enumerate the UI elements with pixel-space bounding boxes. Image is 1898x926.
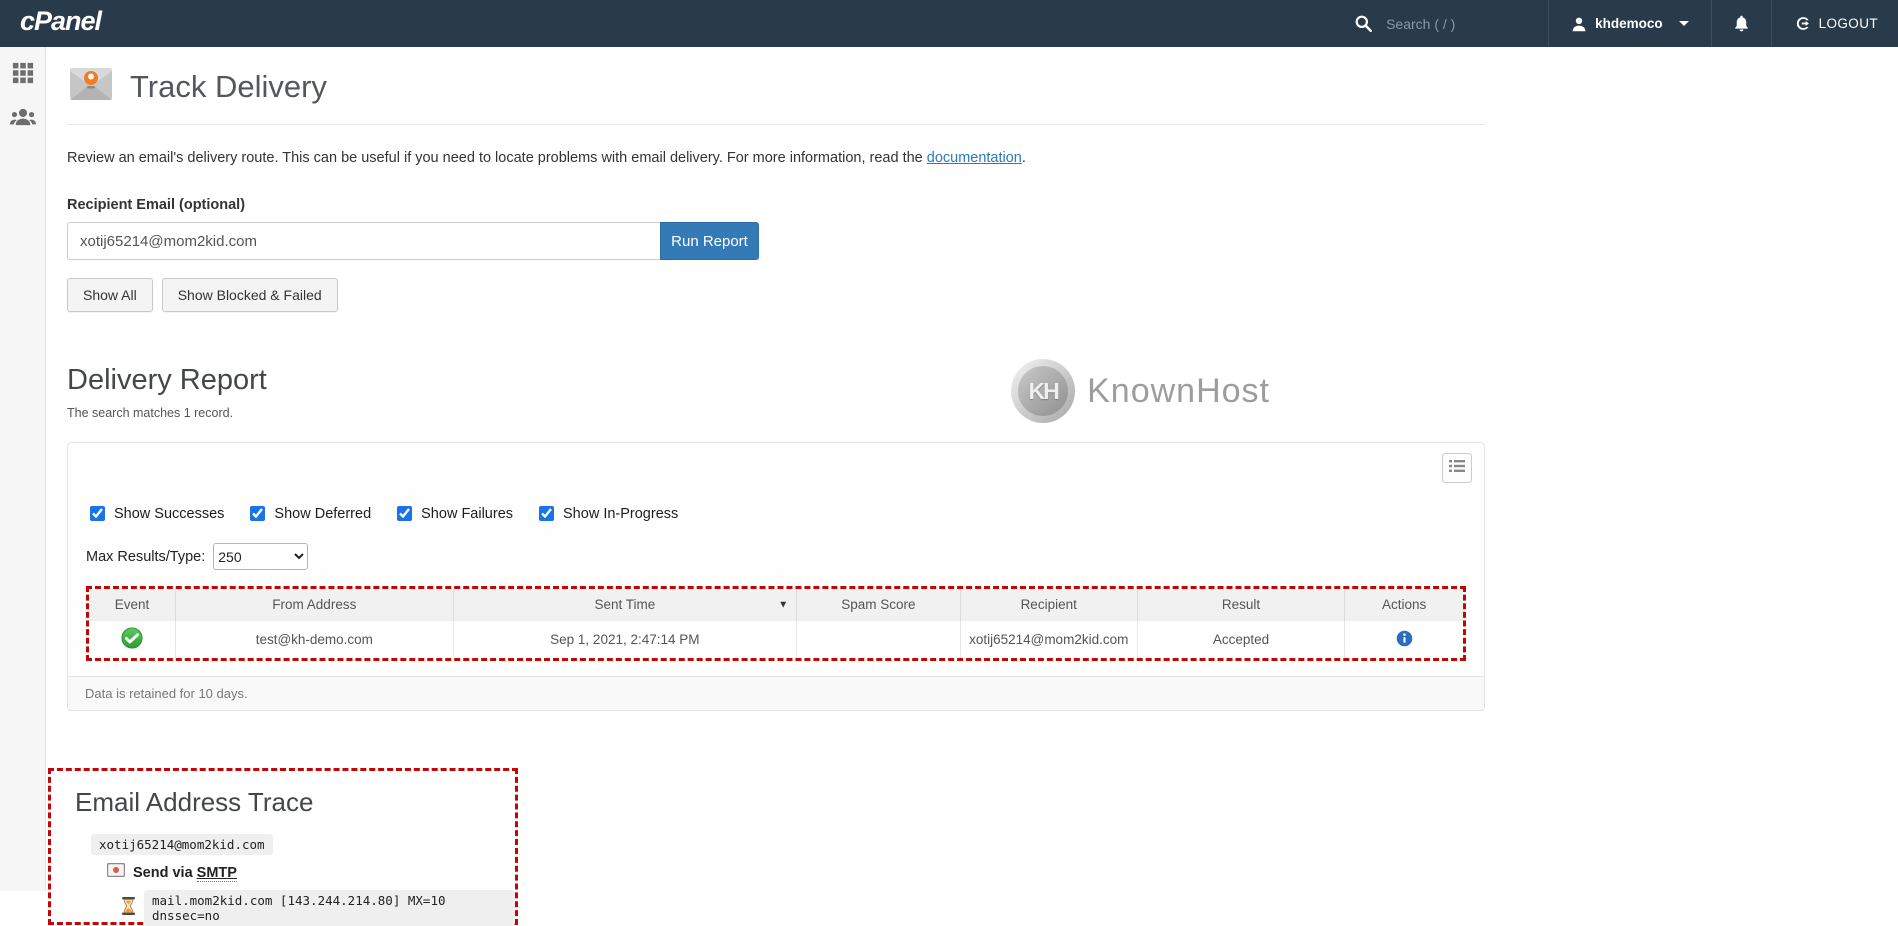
delivery-report-table: Event From Address Sent Time ▼ Spam Score… — [89, 589, 1463, 658]
max-results-label: Max Results/Type: — [86, 549, 205, 565]
bell-icon — [1732, 14, 1751, 33]
knownhost-logo: KH KnownHost — [1011, 359, 1270, 423]
show-deferred-checkbox[interactable] — [250, 506, 265, 521]
top-navbar: cPanel khdemoco LOGOUT — [0, 0, 1898, 47]
header-divider — [67, 124, 1485, 125]
retention-note: Data is retained for 10 days. — [68, 676, 1484, 710]
list-view-icon — [1449, 459, 1465, 478]
checkbox-show-failures[interactable]: Show Failures — [393, 503, 513, 524]
left-sidebar — [0, 47, 46, 891]
trace-address-chip: xotij65214@mom2kid.com — [91, 834, 273, 855]
recipient-email-field[interactable] — [67, 222, 660, 260]
sort-desc-icon[interactable]: ▼ — [778, 599, 788, 610]
table-annotation-red-box: Event From Address Sent Time ▼ Spam Score… — [86, 586, 1466, 661]
success-check-icon — [121, 637, 143, 652]
navbar-search — [1333, 0, 1548, 47]
checkbox-show-successes[interactable]: Show Successes — [86, 503, 224, 524]
show-failures-checkbox[interactable] — [397, 506, 412, 521]
recipient-email-label: Recipient Email (optional) — [67, 197, 1485, 213]
column-header-spam-score[interactable]: Spam Score — [797, 589, 961, 621]
send-mail-envelope-icon — [107, 863, 125, 882]
cpanel-logo: cPanel — [20, 6, 101, 41]
knownhost-badge-letters: KH — [1018, 366, 1068, 416]
search-input[interactable] — [1384, 15, 1524, 33]
show-in-progress-checkbox[interactable] — [539, 506, 554, 521]
documentation-link[interactable]: documentation — [927, 150, 1022, 166]
hourglass-icon — [121, 897, 136, 920]
checkbox-label: Show Failures — [421, 506, 513, 522]
table-row: test@kh-demo.com Sep 1, 2021, 2:47:14 PM… — [89, 621, 1463, 659]
users-group-icon[interactable] — [10, 104, 36, 130]
logout-label: LOGOUT — [1819, 16, 1878, 31]
search-match-text: The search matches 1 record. — [67, 406, 1485, 420]
logout-icon — [1794, 15, 1811, 32]
user-menu[interactable]: khdemoco — [1548, 0, 1711, 47]
column-header-recipient[interactable]: Recipient — [960, 589, 1137, 621]
table-header-row: Event From Address Sent Time ▼ Spam Score… — [89, 589, 1463, 621]
logout-button[interactable]: LOGOUT — [1771, 0, 1884, 47]
mx-record-chip: mail.mom2kid.com [143.244.214.80] MX=10 … — [144, 890, 515, 926]
page-header: Track Delivery — [67, 60, 1485, 113]
show-successes-checkbox[interactable] — [90, 506, 105, 521]
smtp-link[interactable]: SMTP — [197, 865, 237, 882]
recipient-email-group: Run Report — [67, 222, 759, 260]
column-header-from-address[interactable]: From Address — [176, 589, 454, 621]
from-address-cell: test@kh-demo.com — [176, 621, 454, 659]
trace-smtp-item: Send via SMTP — [107, 863, 515, 882]
trace-mx-item: mail.mom2kid.com [143.244.214.80] MX=10 … — [121, 890, 515, 926]
actions-cell — [1345, 621, 1463, 659]
event-cell — [89, 621, 176, 659]
delivery-report-section: Delivery Report KH KnownHost The search … — [67, 364, 1485, 420]
spam-score-cell — [797, 621, 961, 659]
max-results-select[interactable]: 250 — [213, 543, 308, 570]
column-header-actions[interactable]: Actions — [1345, 589, 1463, 621]
chevron-down-icon — [1679, 21, 1689, 26]
checkbox-label: Show Successes — [114, 506, 224, 522]
send-via-text: Send via SMTP — [133, 865, 237, 881]
result-cell: Accepted — [1137, 621, 1344, 659]
column-header-result[interactable]: Result — [1137, 589, 1344, 621]
page-description: Review an email's delivery route. This c… — [67, 150, 1485, 166]
main-content: Track Delivery Review an email's deliver… — [46, 47, 1898, 891]
sent-time-label: Sent Time — [594, 597, 655, 612]
filter-buttons-row: Show All Show Blocked & Failed — [67, 278, 1485, 312]
trace-address-item: xotij65214@mom2kid.com — [91, 834, 515, 855]
description-period: . — [1022, 150, 1026, 166]
column-header-sent-time[interactable]: Sent Time ▼ — [453, 589, 797, 621]
knownhost-badge-icon: KH — [1011, 359, 1075, 423]
recipient-cell: xotij65214@mom2kid.com — [960, 621, 1137, 659]
column-header-event[interactable]: Event — [89, 589, 176, 621]
status-filter-checkboxes: Show Successes Show Deferred Show Failur… — [86, 503, 1466, 524]
email-trace-title: Email Address Trace — [75, 787, 515, 818]
info-icon[interactable] — [1396, 635, 1413, 650]
sent-time-cell: Sep 1, 2021, 2:47:14 PM — [453, 621, 797, 659]
page-title: Track Delivery — [130, 69, 327, 105]
search-icon — [1355, 15, 1372, 32]
delivery-report-title: Delivery Report — [67, 364, 1485, 397]
description-text: Review an email's delivery route. This c… — [67, 150, 927, 166]
report-panel: Show Successes Show Deferred Show Failur… — [67, 442, 1485, 711]
user-icon — [1571, 16, 1587, 32]
show-all-button[interactable]: Show All — [67, 278, 153, 312]
checkbox-show-deferred[interactable]: Show Deferred — [246, 503, 371, 524]
run-report-button[interactable]: Run Report — [660, 222, 759, 260]
username: khdemoco — [1595, 16, 1663, 31]
knownhost-wordmark: KnownHost — [1087, 372, 1270, 411]
show-blocked-failed-button[interactable]: Show Blocked & Failed — [162, 278, 338, 312]
track-delivery-envelope-icon — [67, 60, 115, 113]
list-view-button[interactable] — [1442, 453, 1472, 483]
apps-grid-icon[interactable] — [10, 60, 36, 86]
checkbox-show-in-progress[interactable]: Show In-Progress — [535, 503, 678, 524]
notifications-button[interactable] — [1711, 0, 1771, 47]
checkbox-label: Show In-Progress — [563, 506, 678, 522]
email-trace-annotation-red-box: Email Address Trace xotij65214@mom2kid.c… — [48, 768, 518, 925]
send-via-prefix: Send via — [133, 865, 197, 881]
checkbox-label: Show Deferred — [274, 506, 371, 522]
max-results-row: Max Results/Type: 250 — [86, 543, 1466, 570]
